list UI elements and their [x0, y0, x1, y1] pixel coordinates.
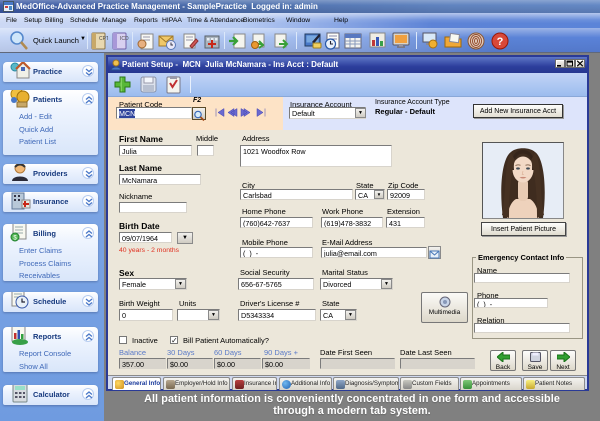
svg-text:ICD: ICD — [120, 36, 129, 42]
svg-text:CPT: CPT — [99, 36, 108, 42]
svg-text:?: ? — [497, 36, 504, 48]
